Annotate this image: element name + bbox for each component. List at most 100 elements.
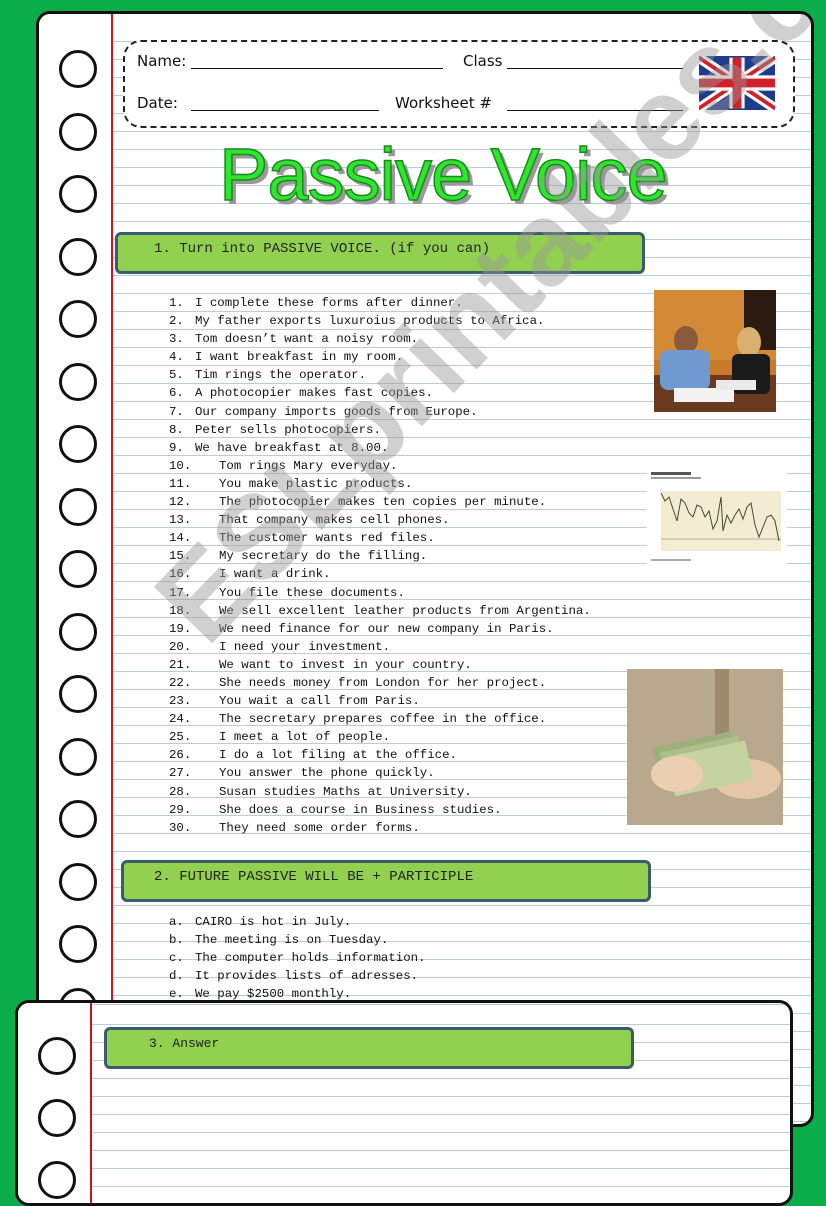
item-number: 20. <box>169 639 192 654</box>
binder-hole <box>59 50 97 88</box>
name-field[interactable] <box>191 68 443 69</box>
uk-flag-icon <box>699 56 775 110</box>
binder-hole <box>38 1161 76 1199</box>
item-text: She needs money from London for her proj… <box>219 675 547 690</box>
item-number: 2. <box>169 314 184 329</box>
binder-hole <box>59 612 97 651</box>
item-number: 16. <box>169 567 192 582</box>
item-text: That company makes cell phones. <box>219 513 450 528</box>
class-field[interactable] <box>507 68 683 69</box>
worksheet-number-field[interactable] <box>507 110 683 111</box>
item-text: The customer wants red files. <box>219 531 435 546</box>
item-number: 28. <box>169 784 192 799</box>
list-item: 5. Tim rings the operator. <box>169 366 591 384</box>
item-text: The meeting is on Tuesday. <box>195 933 389 948</box>
list-item: 28. Susan studies Maths at University. <box>169 783 591 801</box>
list-item: 27. You answer the phone quickly. <box>169 764 591 782</box>
item-number: 8. <box>169 422 184 437</box>
item-number: a. <box>169 915 184 929</box>
item-text: I want breakfast in my room. <box>195 350 404 365</box>
list-item: a. CAIRO is hot in July. <box>169 913 426 931</box>
line-chart-thumbnail <box>647 469 787 565</box>
item-text: We sell excellent leather products from … <box>219 603 591 618</box>
list-item: 4. I want breakfast in my room. <box>169 348 591 366</box>
list-item: b. The meeting is on Tuesday. <box>169 931 426 949</box>
date-label: Date: <box>137 94 178 112</box>
item-number: 1. <box>169 296 184 310</box>
list-item: 6. A photocopier makes fast copies. <box>169 384 591 402</box>
list-item: 15. My secretary do the filling. <box>169 547 591 565</box>
item-text: We want to invest in your country. <box>219 657 472 672</box>
item-text: You file these documents. <box>219 585 405 600</box>
item-number: b. <box>169 933 184 948</box>
list-item: 7. Our company imports goods from Europe. <box>169 403 591 421</box>
date-field[interactable] <box>191 110 379 111</box>
list-item: 18. We sell excellent leather products fr… <box>169 602 591 620</box>
list-item: 21. We want to invest in your country. <box>169 656 591 674</box>
list-item: 19. We need finance for our new company i… <box>169 620 591 638</box>
item-number: 18. <box>169 603 192 618</box>
binder-hole <box>59 737 97 776</box>
binder-hole <box>59 675 97 713</box>
item-text: It provides lists of adresses. <box>195 969 419 984</box>
item-number: 14. <box>169 531 192 546</box>
item-text: I need your investment. <box>219 639 391 654</box>
exercise-1-list: 1. I complete these forms after dinner. 2.… <box>169 294 591 837</box>
worksheet-label: Worksheet # <box>395 94 492 112</box>
item-number: 21. <box>169 657 192 672</box>
item-text: We have breakfast at 8.00. <box>195 440 389 455</box>
list-item: 25. I meet a lot of people. <box>169 728 591 746</box>
section-1-heading-text: 1. Turn into PASSIVE VOICE. (if you can) <box>154 241 491 257</box>
item-number: 27. <box>169 766 192 781</box>
list-item: 2. My father exports luxuroius products t… <box>169 312 591 330</box>
business-meeting-photo <box>654 290 776 412</box>
list-item: 13. That company makes cell phones. <box>169 511 591 529</box>
list-item: 14. The customer wants red files. <box>169 529 591 547</box>
item-text: You wait a call from Paris. <box>219 694 420 709</box>
item-text: They need some order forms. <box>219 820 420 835</box>
item-text: I complete these forms after dinner. <box>195 296 463 310</box>
item-text: The secretary prepares coffee in the off… <box>219 712 547 727</box>
list-item: 20. I need your investment. <box>169 638 591 656</box>
item-number: 12. <box>169 495 192 510</box>
worksheet-page: Name: Class Date: Worksheet # Passive Vo… <box>36 11 814 1127</box>
item-text: The computer holds information. <box>195 951 426 966</box>
section-3-heading: 3. Answer <box>104 1027 634 1069</box>
item-text: You answer the phone quickly. <box>219 766 435 781</box>
item-number: 11. <box>169 476 192 491</box>
item-number: 15. <box>169 549 192 564</box>
item-number: 17. <box>169 585 192 600</box>
binder-hole <box>59 112 97 151</box>
item-text: My father exports luxuroius products to … <box>195 314 545 329</box>
item-text: Our company imports goods from Europe. <box>195 404 478 419</box>
item-number: 3. <box>169 332 184 347</box>
name-label: Name: <box>137 52 187 70</box>
list-item: 30. They need some order forms. <box>169 819 591 837</box>
item-text: A photocopier makes fast copies. <box>195 386 433 401</box>
section-1-heading: 1. Turn into PASSIVE VOICE. (if you can) <box>115 232 645 274</box>
item-number: d. <box>169 969 184 984</box>
student-info-box: Name: Class Date: Worksheet # <box>123 40 795 128</box>
answer-page: 3. Answer <box>15 1000 793 1206</box>
list-item: 24. The secretary prepares coffee in the … <box>169 710 591 728</box>
binder-hole <box>38 1099 76 1137</box>
binder-hole <box>59 425 97 463</box>
item-number: 24. <box>169 712 192 727</box>
exercise-2-list: a. CAIRO is hot in July. b. The meeting is … <box>169 913 426 1003</box>
item-text: The photocopier makes ten copies per min… <box>219 495 547 510</box>
red-margin-line <box>111 14 113 1124</box>
item-text: We need finance for our new company in P… <box>219 621 554 636</box>
binder-hole <box>59 925 97 963</box>
item-number: 7. <box>169 404 184 419</box>
item-text: She does a course in Business studies. <box>219 802 502 817</box>
item-text: I want a drink. <box>219 567 331 582</box>
list-item: 17. You file these documents. <box>169 584 591 602</box>
list-item: 8. Peter sells photocopiers. <box>169 421 591 439</box>
binder-hole <box>59 237 97 276</box>
binder-hole <box>59 800 97 838</box>
list-item: c. The computer holds information. <box>169 949 426 967</box>
red-margin-line <box>90 1003 92 1203</box>
item-text: Susan studies Maths at University. <box>219 784 472 799</box>
binder-hole <box>59 300 97 338</box>
list-item: 11. You make plastic products. <box>169 475 591 493</box>
